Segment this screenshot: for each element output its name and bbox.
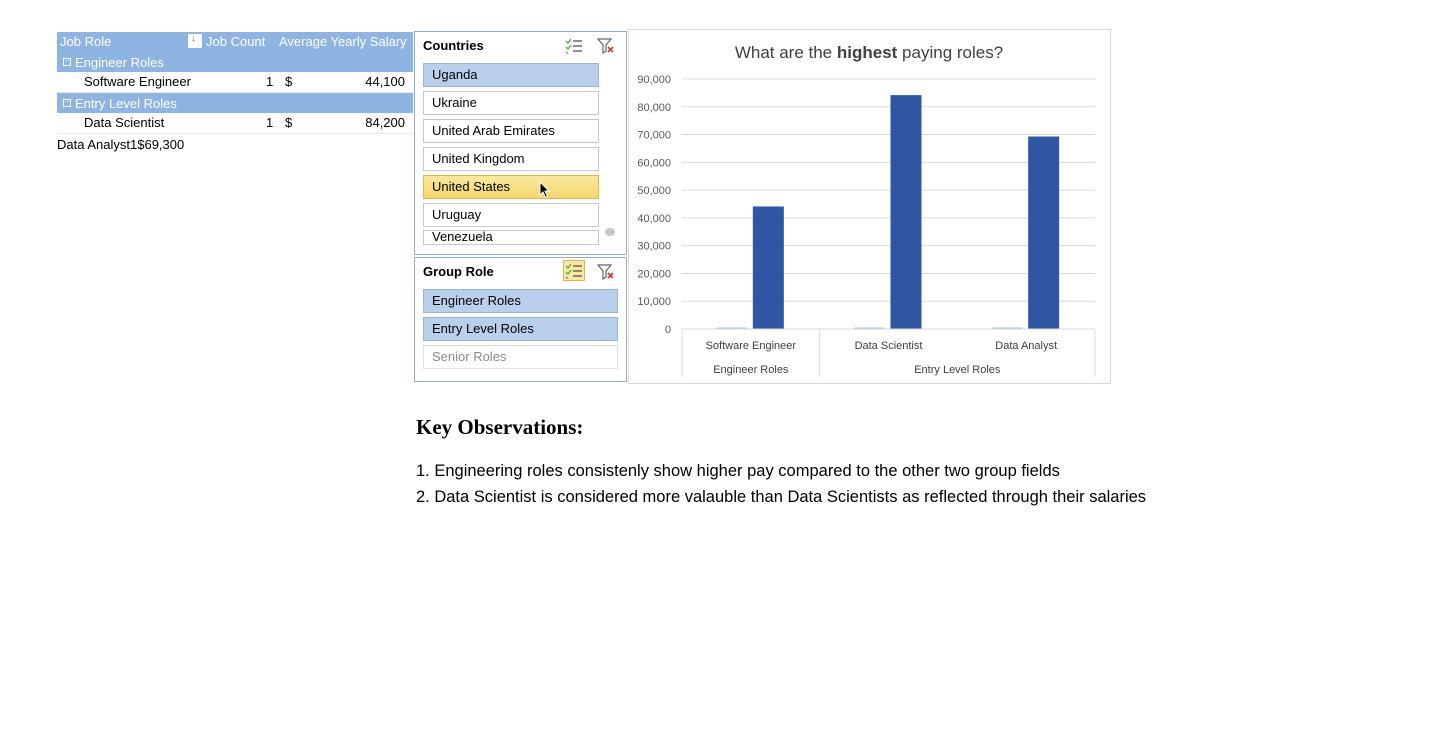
group-label: Engineer Roles: [75, 54, 164, 70]
pivot-group-row[interactable]: − Entry Level Roles: [57, 93, 413, 113]
pivot-table: Job Role Job Count Average Yearly Salary…: [57, 32, 413, 154]
y-tick-label: 0: [665, 324, 671, 336]
y-tick-label: 10,000: [637, 296, 671, 308]
multi-select-icon[interactable]: [565, 263, 583, 279]
y-tick-label: 50,000: [637, 185, 671, 197]
group-label: Entry Level Roles: [914, 364, 1001, 376]
multi-select-toggle[interactable]: [563, 260, 585, 281]
currency-cell: $: [285, 74, 293, 89]
slicer-item-united-kingdom[interactable]: United Kingdom: [423, 147, 599, 171]
slicer-item-uruguay[interactable]: Uruguay: [423, 203, 599, 227]
chart-title-part: paying roles?: [897, 43, 1003, 62]
pivot-item-row[interactable]: Data Analyst 1 $ 69,300: [57, 134, 413, 154]
bar: [890, 95, 922, 329]
group-label: Engineer Roles: [713, 364, 789, 376]
slicer-item-entry-level-roles[interactable]: Entry Level Roles: [423, 317, 618, 341]
y-tick-label: 40,000: [637, 213, 671, 225]
slicer-title: Countries: [423, 38, 484, 53]
salary-bar-chart[interactable]: What are the highest paying roles? 0 10,00…: [628, 29, 1111, 384]
x-tick-label: Software Engineer: [706, 340, 797, 352]
group-role-slicer: Group Role Engineer Roles Entry Level Ro…: [414, 257, 627, 382]
countries-slicer: Countries Uganda Ukraine United Arab Emi…: [414, 31, 627, 255]
observation-line: 2. Data Scientist is considered more val…: [416, 488, 1147, 506]
collapse-icon[interactable]: −: [63, 58, 71, 66]
sort-icon[interactable]: [188, 33, 202, 48]
pivot-header-row: Job Role Job Count Average Yearly Salary: [57, 32, 413, 52]
pivot-item-row[interactable]: Data Scientist 1 $ 84,200: [57, 113, 413, 134]
y-tick-label: 90,000: [637, 74, 671, 86]
slicer-item-uae[interactable]: United Arab Emirates: [423, 119, 599, 143]
y-tick-label: 60,000: [637, 157, 671, 169]
count-cell: 1: [266, 115, 274, 130]
slicer-item-venezuela[interactable]: Venezuela: [423, 230, 599, 245]
pivot-item-row[interactable]: Software Engineer 1 $ 44,100: [57, 72, 413, 93]
role-cell: Data Scientist: [84, 115, 165, 130]
salary-cell: 84,200: [365, 115, 405, 130]
collapse-icon[interactable]: −: [63, 99, 71, 107]
job-count-header[interactable]: Job Count: [188, 33, 265, 49]
y-tick-label: 30,000: [637, 241, 671, 253]
currency-cell: $: [285, 115, 293, 130]
y-tick-label: 70,000: [637, 130, 671, 142]
chart-title: What are the highest paying roles?: [735, 43, 1003, 62]
job-role-header[interactable]: Job Role: [60, 34, 111, 49]
chart-title-part: highest: [837, 43, 898, 62]
slicer-title: Group Role: [423, 264, 494, 279]
clear-filter-icon[interactable]: [597, 38, 615, 54]
clear-filter-icon[interactable]: [597, 264, 615, 280]
count-cell: 1: [130, 136, 138, 152]
multi-select-icon[interactable]: [565, 38, 583, 54]
slicer-item-united-states[interactable]: United States: [423, 175, 599, 199]
y-tick-label: 20,000: [637, 268, 671, 280]
chart-title-part: What are the: [735, 43, 837, 62]
salary-cell: 44,100: [365, 74, 405, 89]
slicer-item-uganda[interactable]: Uganda: [423, 63, 599, 87]
observation-line: 1. Engineering roles consistenly show hi…: [416, 462, 1060, 480]
bar: [1028, 136, 1060, 329]
slicer-item-ukraine[interactable]: Ukraine: [423, 91, 599, 115]
mouse-cursor-icon: [539, 181, 551, 199]
group-label: Entry Level Roles: [75, 95, 177, 111]
salary-cell: 69,300: [144, 136, 185, 152]
pivot-group-row[interactable]: − Engineer Roles: [57, 52, 413, 72]
x-tick-label: Data Scientist: [855, 340, 923, 352]
role-cell: Data Analyst: [57, 136, 130, 152]
slicer-item-engineer-roles[interactable]: Engineer Roles: [423, 289, 618, 313]
currency-cell: $: [137, 136, 145, 152]
count-cell: 1: [266, 74, 274, 89]
x-tick-label: Data Analyst: [995, 340, 1057, 352]
bar: [752, 206, 784, 329]
y-tick-label: 80,000: [637, 102, 671, 114]
observations-title: Key Observations:: [416, 415, 584, 439]
chart-canvas: What are the highest paying roles? 0 10,00…: [637, 43, 1096, 377]
slicer-item-senior-roles[interactable]: Senior Roles: [423, 345, 618, 369]
scrollbar-thumb[interactable]: [605, 228, 615, 236]
avg-salary-header[interactable]: Average Yearly Salary: [279, 34, 407, 49]
role-cell: Software Engineer: [84, 74, 191, 89]
